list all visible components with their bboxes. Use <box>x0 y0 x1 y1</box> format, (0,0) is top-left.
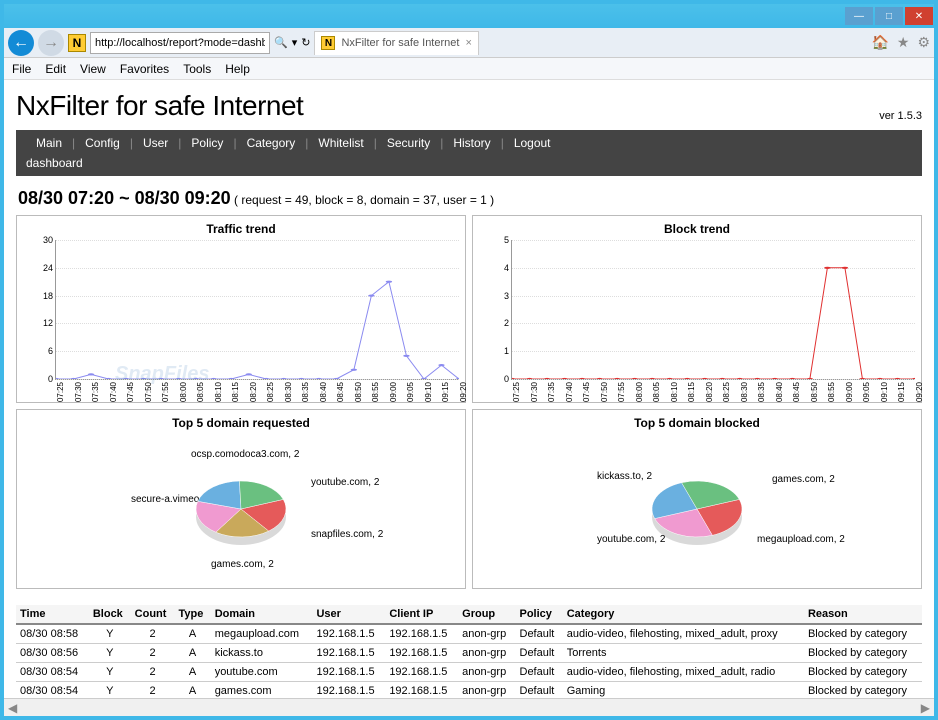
nav-history[interactable]: History <box>453 136 490 150</box>
favorites-icon[interactable]: ★ <box>897 34 910 51</box>
column-header[interactable]: Reason <box>804 605 922 624</box>
browser-tab[interactable]: N NxFilter for safe Internet × <box>314 31 478 55</box>
pie-label: youtube.com, 2 <box>311 477 379 488</box>
horizontal-scrollbar[interactable]: ◀ ▶ <box>4 698 934 716</box>
refresh-icon[interactable]: ↻ <box>301 36 310 49</box>
top-blocked-chart: Top 5 domain blockedgames.com, 2megauplo… <box>472 409 922 589</box>
column-header[interactable]: Policy <box>516 605 563 624</box>
column-header[interactable]: Type <box>174 605 210 624</box>
menu-file[interactable]: File <box>12 62 31 76</box>
nav-security[interactable]: Security <box>387 136 430 150</box>
chart-title: Top 5 domain blocked <box>479 416 915 430</box>
window-close-button[interactable]: ✕ <box>905 7 933 25</box>
top-requested-chart: Top 5 domain requested youtube.com, 2 snap… <box>16 409 466 589</box>
nav-whitelist[interactable]: Whitelist <box>318 136 363 150</box>
pie-label: games.com, 2 <box>211 559 274 570</box>
nav-logout[interactable]: Logout <box>514 136 551 150</box>
chart-title: Top 5 domain requested <box>23 416 459 430</box>
stats-summary: ( request = 49, block = 8, domain = 37, … <box>234 193 494 207</box>
column-header[interactable]: Client IP <box>385 605 458 624</box>
column-header[interactable]: Count <box>131 605 175 624</box>
pie-label: games.com, 2 <box>772 474 835 485</box>
nav-policy[interactable]: Policy <box>191 136 223 150</box>
settings-icon[interactable]: ⚙ <box>917 34 930 51</box>
table-row[interactable]: 08/30 08:58Y2Amegaupload.com192.168.1.51… <box>16 624 922 644</box>
address-bar[interactable] <box>90 32 270 54</box>
window-maximize-button[interactable]: □ <box>875 7 903 25</box>
nav-config[interactable]: Config <box>85 136 120 150</box>
table-row[interactable]: 08/30 08:56Y2Akickass.to192.168.1.5192.1… <box>16 644 922 663</box>
column-header[interactable]: Domain <box>211 605 313 624</box>
column-header[interactable]: Group <box>458 605 515 624</box>
block-chart: Block trend01234507:2507:3007:3507:4007:… <box>472 215 922 403</box>
page-content: NxFilter for safe Internet ver 1.5.3 Mai… <box>4 80 934 698</box>
window-titlebar: — □ ✕ <box>4 4 934 28</box>
column-header[interactable]: User <box>312 605 385 624</box>
chart-title: Traffic trend <box>23 222 459 236</box>
site-icon: N <box>68 34 86 52</box>
scroll-left-icon[interactable]: ◀ <box>8 701 17 715</box>
browser-toolbar: ← → N 🔍 ▾ ↻ N NxFilter for safe Internet… <box>4 28 934 58</box>
forward-button[interactable]: → <box>38 30 64 56</box>
window-minimize-button[interactable]: — <box>845 7 873 25</box>
nav-category[interactable]: Category <box>247 136 296 150</box>
app-window: — □ ✕ ← → N 🔍 ▾ ↻ N NxFilter for safe In… <box>0 0 938 720</box>
pie-label: snapfiles.com, 2 <box>311 529 383 540</box>
chart-title: Block trend <box>479 222 915 236</box>
search-icon[interactable]: 🔍 <box>274 36 288 49</box>
home-icon[interactable]: 🏠 <box>871 34 888 51</box>
column-header[interactable]: Category <box>563 605 804 624</box>
site-nav: Main|Config|User|Policy|Category|Whiteli… <box>16 130 922 176</box>
table-row[interactable]: 08/30 08:54Y2Ayoutube.com192.168.1.5192.… <box>16 663 922 682</box>
scroll-right-icon[interactable]: ▶ <box>921 701 930 715</box>
table-row[interactable]: 08/30 08:54Y2Agames.com192.168.1.5192.16… <box>16 682 922 699</box>
column-header[interactable]: Block <box>89 605 131 624</box>
log-table: TimeBlockCountTypeDomainUserClient IPGro… <box>16 605 922 698</box>
nav-main[interactable]: Main <box>36 136 62 150</box>
menu-bar: File Edit View Favorites Tools Help <box>4 58 934 80</box>
menu-view[interactable]: View <box>80 62 106 76</box>
page-title: NxFilter for safe Internet <box>16 90 303 122</box>
version-label: ver 1.5.3 <box>879 110 922 122</box>
time-range: 08/30 07:20 ~ 08/30 09:20 <box>18 188 231 208</box>
tab-close-icon[interactable]: × <box>465 37 471 49</box>
traffic-chart: Traffic trend061218243007:2507:3007:3507… <box>16 215 466 403</box>
url-input[interactable] <box>95 37 265 49</box>
column-header[interactable]: Time <box>16 605 89 624</box>
menu-edit[interactable]: Edit <box>45 62 66 76</box>
menu-favorites[interactable]: Favorites <box>120 62 169 76</box>
menu-tools[interactable]: Tools <box>183 62 211 76</box>
tab-title: NxFilter for safe Internet <box>341 37 459 49</box>
url-tools: 🔍 ▾ ↻ <box>274 36 310 49</box>
nav-user[interactable]: User <box>143 136 168 150</box>
breadcrumb: dashboard <box>26 156 912 170</box>
back-button[interactable]: ← <box>8 30 34 56</box>
stop-icon[interactable]: ▾ <box>292 36 298 49</box>
tab-favicon-icon: N <box>321 36 335 50</box>
menu-help[interactable]: Help <box>225 62 250 76</box>
